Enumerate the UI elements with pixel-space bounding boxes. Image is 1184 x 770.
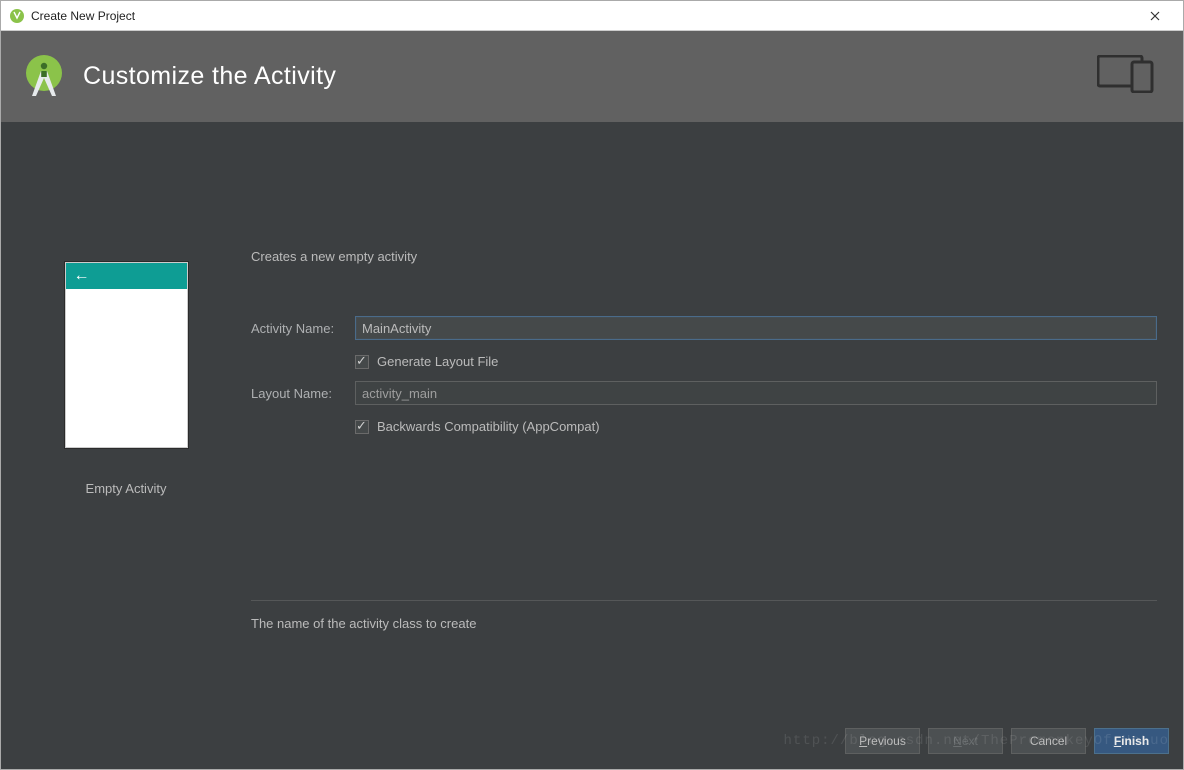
back-arrow-icon: ←: [74, 268, 90, 284]
wizard-content: ← Empty Activity Creates a new empty act…: [1, 122, 1183, 769]
activity-name-row: Activity Name:: [251, 316, 1157, 340]
activity-preview: ←: [65, 262, 188, 448]
generate-layout-row: Generate Layout File: [355, 354, 1157, 369]
activity-name-input[interactable]: [355, 316, 1157, 340]
divider: [251, 600, 1157, 601]
preview-app-bar: ←: [66, 263, 187, 289]
activity-name-label: Activity Name:: [251, 321, 355, 336]
titlebar: Create New Project: [1, 1, 1183, 31]
preview-column: ← Empty Activity: [11, 146, 241, 769]
window-title: Create New Project: [31, 9, 135, 23]
layout-name-input[interactable]: [355, 381, 1157, 405]
layout-name-row: Layout Name:: [251, 381, 1157, 405]
backwards-compat-checkbox[interactable]: [355, 420, 369, 434]
previous-button[interactable]: Previous: [845, 728, 920, 754]
wizard-banner: Customize the Activity: [1, 31, 1183, 122]
android-studio-icon: [9, 8, 25, 24]
cancel-button[interactable]: Cancel: [1011, 728, 1086, 754]
android-studio-logo-icon: [19, 52, 69, 102]
form-column: Creates a new empty activity Activity Na…: [241, 146, 1173, 769]
preview-caption: Empty Activity: [11, 481, 241, 496]
layout-name-label: Layout Name:: [251, 386, 355, 401]
wizard-window: Create New Project Customize the Activit…: [0, 0, 1184, 770]
close-icon[interactable]: [1135, 2, 1175, 30]
form-factor-icon: [1097, 55, 1155, 98]
backwards-compat-row: Backwards Compatibility (AppCompat): [355, 419, 1157, 434]
form-hint: The name of the activity class to create: [251, 616, 1157, 631]
generate-layout-checkbox[interactable]: [355, 355, 369, 369]
generate-layout-label: Generate Layout File: [377, 354, 498, 369]
finish-button[interactable]: Finish: [1094, 728, 1169, 754]
backwards-compat-label: Backwards Compatibility (AppCompat): [377, 419, 600, 434]
next-button: Next: [928, 728, 1003, 754]
wizard-footer: Previous Next Cancel Finish: [1, 713, 1183, 769]
banner-title: Customize the Activity: [83, 62, 336, 91]
form-description: Creates a new empty activity: [251, 249, 1157, 264]
